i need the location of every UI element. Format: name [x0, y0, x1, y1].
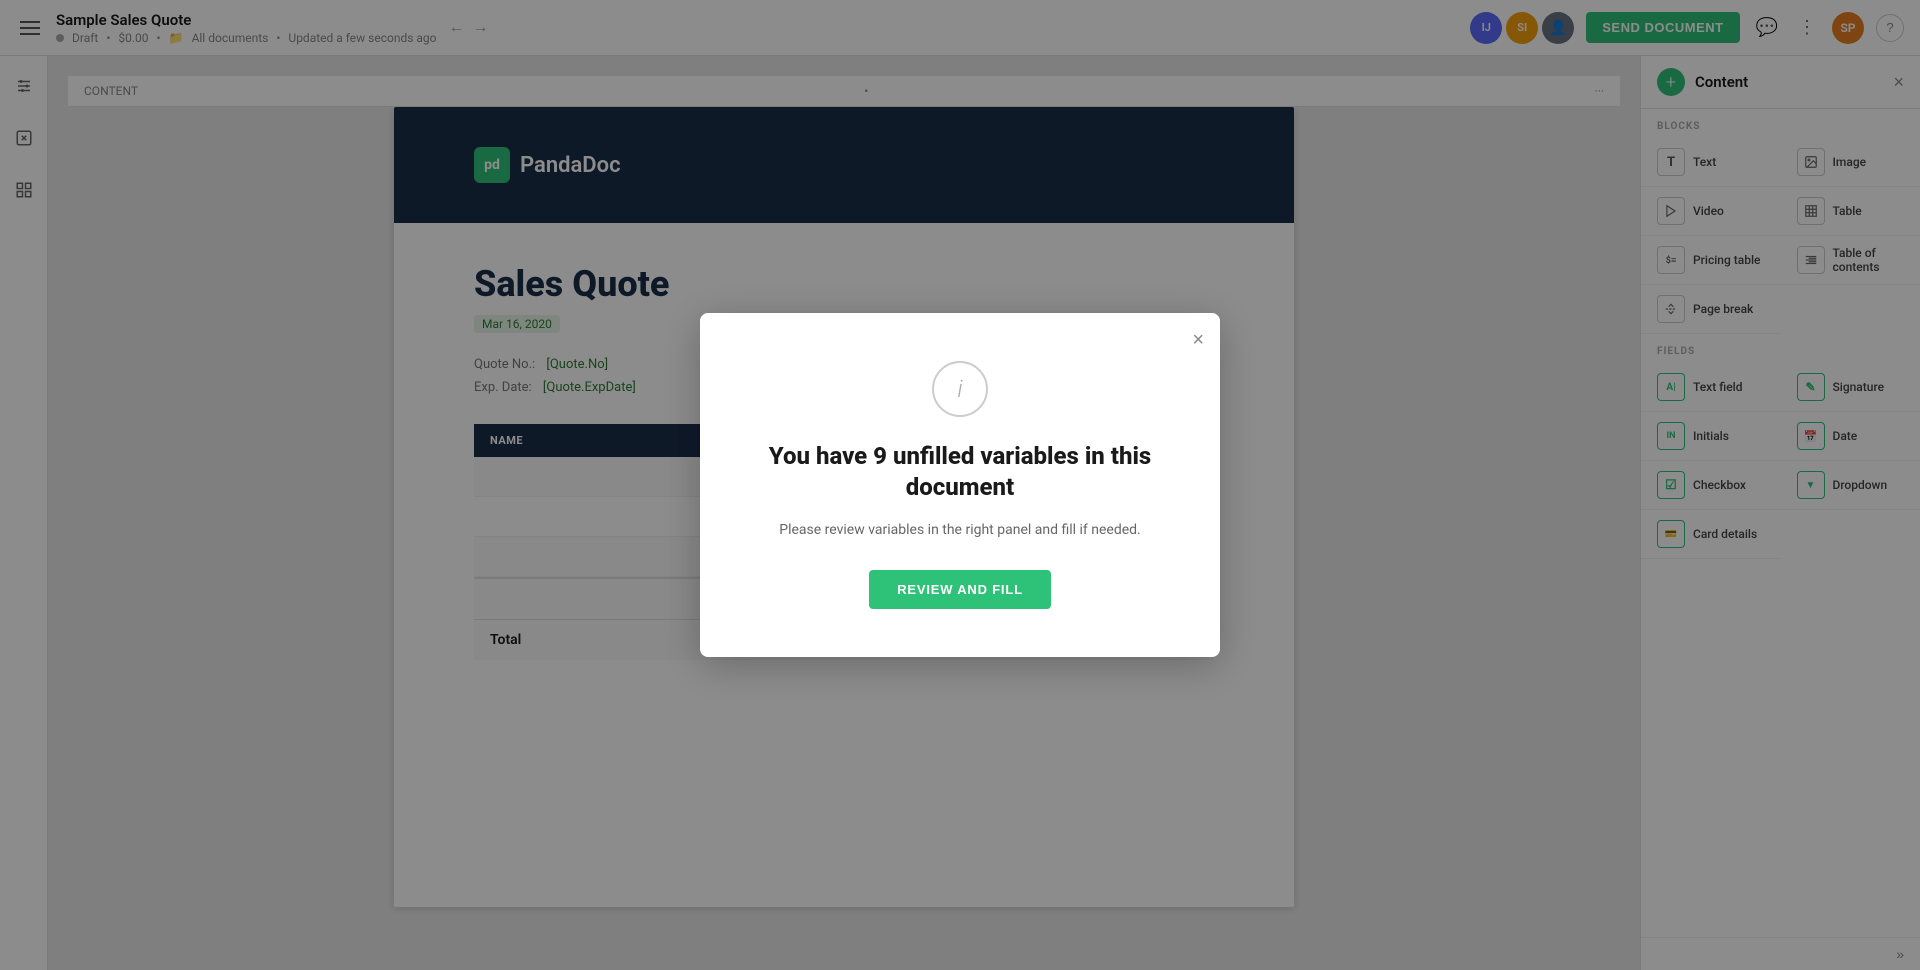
info-icon-symbol: i [957, 375, 962, 403]
modal-title: You have 9 unfilled variables in this do… [756, 441, 1164, 503]
modal-dialog: × i You have 9 unfilled variables in thi… [700, 313, 1220, 657]
modal-description: Please review variables in the right pan… [756, 519, 1164, 541]
modal-overlay[interactable]: × i You have 9 unfilled variables in thi… [0, 0, 1920, 970]
modal-info-icon: i [932, 361, 988, 417]
modal-close-button[interactable]: × [1192, 329, 1204, 352]
review-and-fill-button[interactable]: REVIEW AND FILL [869, 570, 1051, 609]
